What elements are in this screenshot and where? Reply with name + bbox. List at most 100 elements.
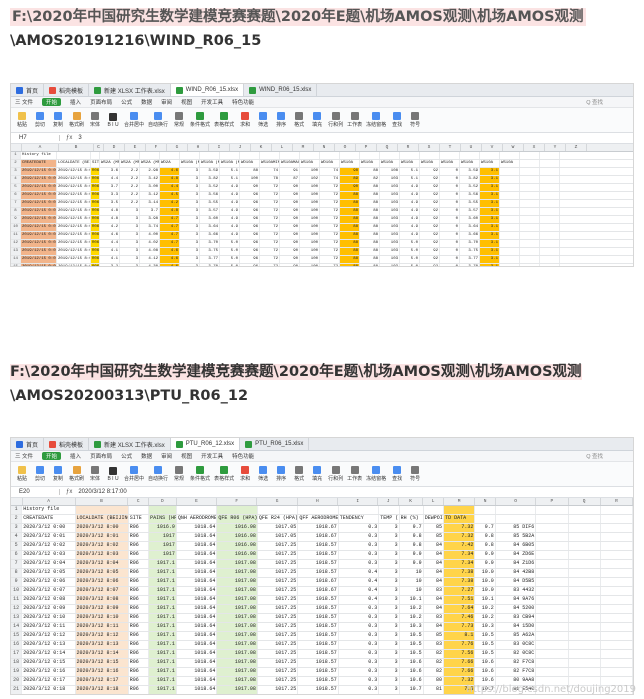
table-cell[interactable]: 90: [240, 184, 260, 191]
table-cell[interactable]: 3: [120, 248, 140, 255]
table-cell[interactable]: [520, 192, 540, 199]
table-cell[interactable]: [569, 596, 601, 604]
row-number[interactable]: 1: [11, 506, 23, 514]
table-cell[interactable]: 84: [424, 596, 445, 604]
table-cell[interactable]: 2019/12/15 0:04: [21, 232, 57, 239]
table-cell[interactable]: R06: [91, 232, 100, 239]
table-cell[interactable]: 88: [360, 248, 380, 255]
table-cell[interactable]: WD10A: [240, 160, 260, 167]
menu-item[interactable]: 视图: [181, 452, 192, 460]
table-cell[interactable]: 5.0: [400, 240, 420, 247]
table-cell[interactable]: 1018.64: [177, 686, 218, 694]
table-cell[interactable]: 2020/3/12 0:12: [22, 632, 76, 640]
table-cell[interactable]: 3: [379, 659, 400, 667]
table-cell[interactable]: 84: [424, 542, 445, 550]
table-cell[interactable]: 1018.64: [177, 578, 218, 586]
table-cell[interactable]: 3: [180, 232, 200, 239]
table-cell[interactable]: R06: [91, 176, 100, 183]
menu-item[interactable]: 开始: [42, 98, 62, 106]
table-cell[interactable]: 10: [400, 569, 424, 577]
table-cell[interactable]: RH (%): [400, 515, 424, 523]
window-tab[interactable]: 新建 XLSX 工作表.xlsx: [89, 84, 171, 96]
table-cell[interactable]: 1018.64: [177, 623, 218, 631]
menu-item[interactable]: 数据: [141, 452, 152, 460]
table-cell[interactable]: 9.8: [400, 542, 424, 550]
table-cell[interactable]: 3: [379, 623, 400, 631]
table-cell[interactable]: 3.70: [200, 264, 220, 266]
table-cell[interactable]: 72: [260, 240, 280, 247]
table-cell[interactable]: [298, 506, 339, 514]
column-header[interactable]: O: [335, 144, 356, 151]
table-cell[interactable]: 2019/12/15 8:02:00: [57, 208, 91, 215]
table-cell[interactable]: 1018.57: [298, 677, 339, 685]
table-cell[interactable]: 1017.08: [217, 587, 258, 595]
table-cell[interactable]: 1018.64: [177, 614, 218, 622]
table-cell[interactable]: [500, 176, 520, 183]
table-cell[interactable]: 1017.25: [258, 569, 299, 577]
table-cell[interactable]: 2020/3/12 8:13: [75, 641, 129, 649]
table-cell[interactable]: [500, 200, 520, 207]
table-cell[interactable]: 84 42B8: [496, 569, 537, 577]
table-cell[interactable]: 96: [240, 224, 260, 231]
table-cell[interactable]: 1018.64: [177, 632, 218, 640]
table-cell[interactable]: 1018.67: [298, 578, 339, 586]
table-cell[interactable]: [500, 192, 520, 199]
table-cell[interactable]: [480, 152, 500, 159]
table-cell[interactable]: [569, 623, 601, 631]
table-cell[interactable]: 2019/12/15 8:02:00: [57, 200, 91, 207]
table-cell[interactable]: 2019/12/15 0:03: [21, 224, 57, 231]
table-cell[interactable]: 90: [280, 216, 300, 223]
table-cell[interactable]: [569, 560, 601, 568]
table-cell[interactable]: [536, 650, 569, 658]
table-cell[interactable]: [569, 551, 601, 559]
table-cell[interactable]: 1018.64: [177, 677, 218, 685]
table-cell[interactable]: 0: [440, 216, 460, 223]
table-cell[interactable]: [444, 506, 476, 514]
row-number[interactable]: 12: [11, 240, 21, 247]
table-cell[interactable]: 92: [420, 208, 440, 215]
table-cell[interactable]: [520, 160, 540, 167]
table-cell[interactable]: 1017.08: [217, 560, 258, 568]
table-cell[interactable]: 2020/3/12 0:05: [22, 569, 76, 577]
table-cell[interactable]: 2020/3/12 8:03: [75, 551, 129, 559]
table-cell[interactable]: [536, 605, 569, 613]
row-number[interactable]: 8: [11, 569, 23, 577]
column-header[interactable]: R: [601, 498, 633, 505]
table-cell[interactable]: 5.0: [400, 248, 420, 255]
table-cell[interactable]: 96: [240, 200, 260, 207]
table-cell[interactable]: 1017.25: [258, 605, 299, 613]
table-cell[interactable]: [601, 551, 633, 559]
table-cell[interactable]: 9.7: [475, 524, 496, 532]
table-cell[interactable]: 0.3: [339, 668, 380, 676]
table-cell[interactable]: [520, 224, 540, 231]
table-cell[interactable]: TENDENCY: [339, 515, 380, 523]
table-cell[interactable]: 72: [260, 192, 280, 199]
table-cell[interactable]: 2.2: [120, 176, 140, 183]
table-cell[interactable]: 96: [240, 216, 260, 223]
table-cell[interactable]: 88: [360, 168, 380, 175]
column-header[interactable]: H: [188, 144, 209, 151]
table-cell[interactable]: 100: [240, 176, 260, 183]
row-number[interactable]: 9: [11, 578, 23, 586]
column-header[interactable]: Q: [377, 144, 398, 151]
table-cell[interactable]: [569, 533, 601, 541]
table-cell[interactable]: [379, 506, 400, 514]
table-cell[interactable]: [57, 152, 91, 159]
table-cell[interactable]: [540, 184, 560, 191]
table-cell[interactable]: 2019/12/15 8:00:00: [57, 176, 91, 183]
ribbon-button[interactable]: 冻结窗格: [366, 112, 386, 128]
ribbon-button[interactable]: 格式: [292, 466, 306, 482]
table-cell[interactable]: 3: [120, 240, 140, 247]
table-cell[interactable]: 10.2: [475, 605, 496, 613]
table-cell[interactable]: 2020/3/12 8:10: [75, 614, 129, 622]
table-cell[interactable]: [536, 533, 569, 541]
table-cell[interactable]: 74: [260, 168, 280, 175]
ribbon-button[interactable]: 自动换行: [148, 112, 168, 128]
table-cell[interactable]: 2020/3/12 8:14: [75, 650, 129, 658]
table-cell[interactable]: 92: [420, 192, 440, 199]
table-cell[interactable]: 2020/3/12 0:04: [22, 560, 76, 568]
window-tab[interactable]: 首页: [11, 84, 45, 96]
table-cell[interactable]: 3: [180, 240, 200, 247]
table-cell[interactable]: 92: [420, 176, 440, 183]
table-cell[interactable]: 5.0: [220, 240, 240, 247]
